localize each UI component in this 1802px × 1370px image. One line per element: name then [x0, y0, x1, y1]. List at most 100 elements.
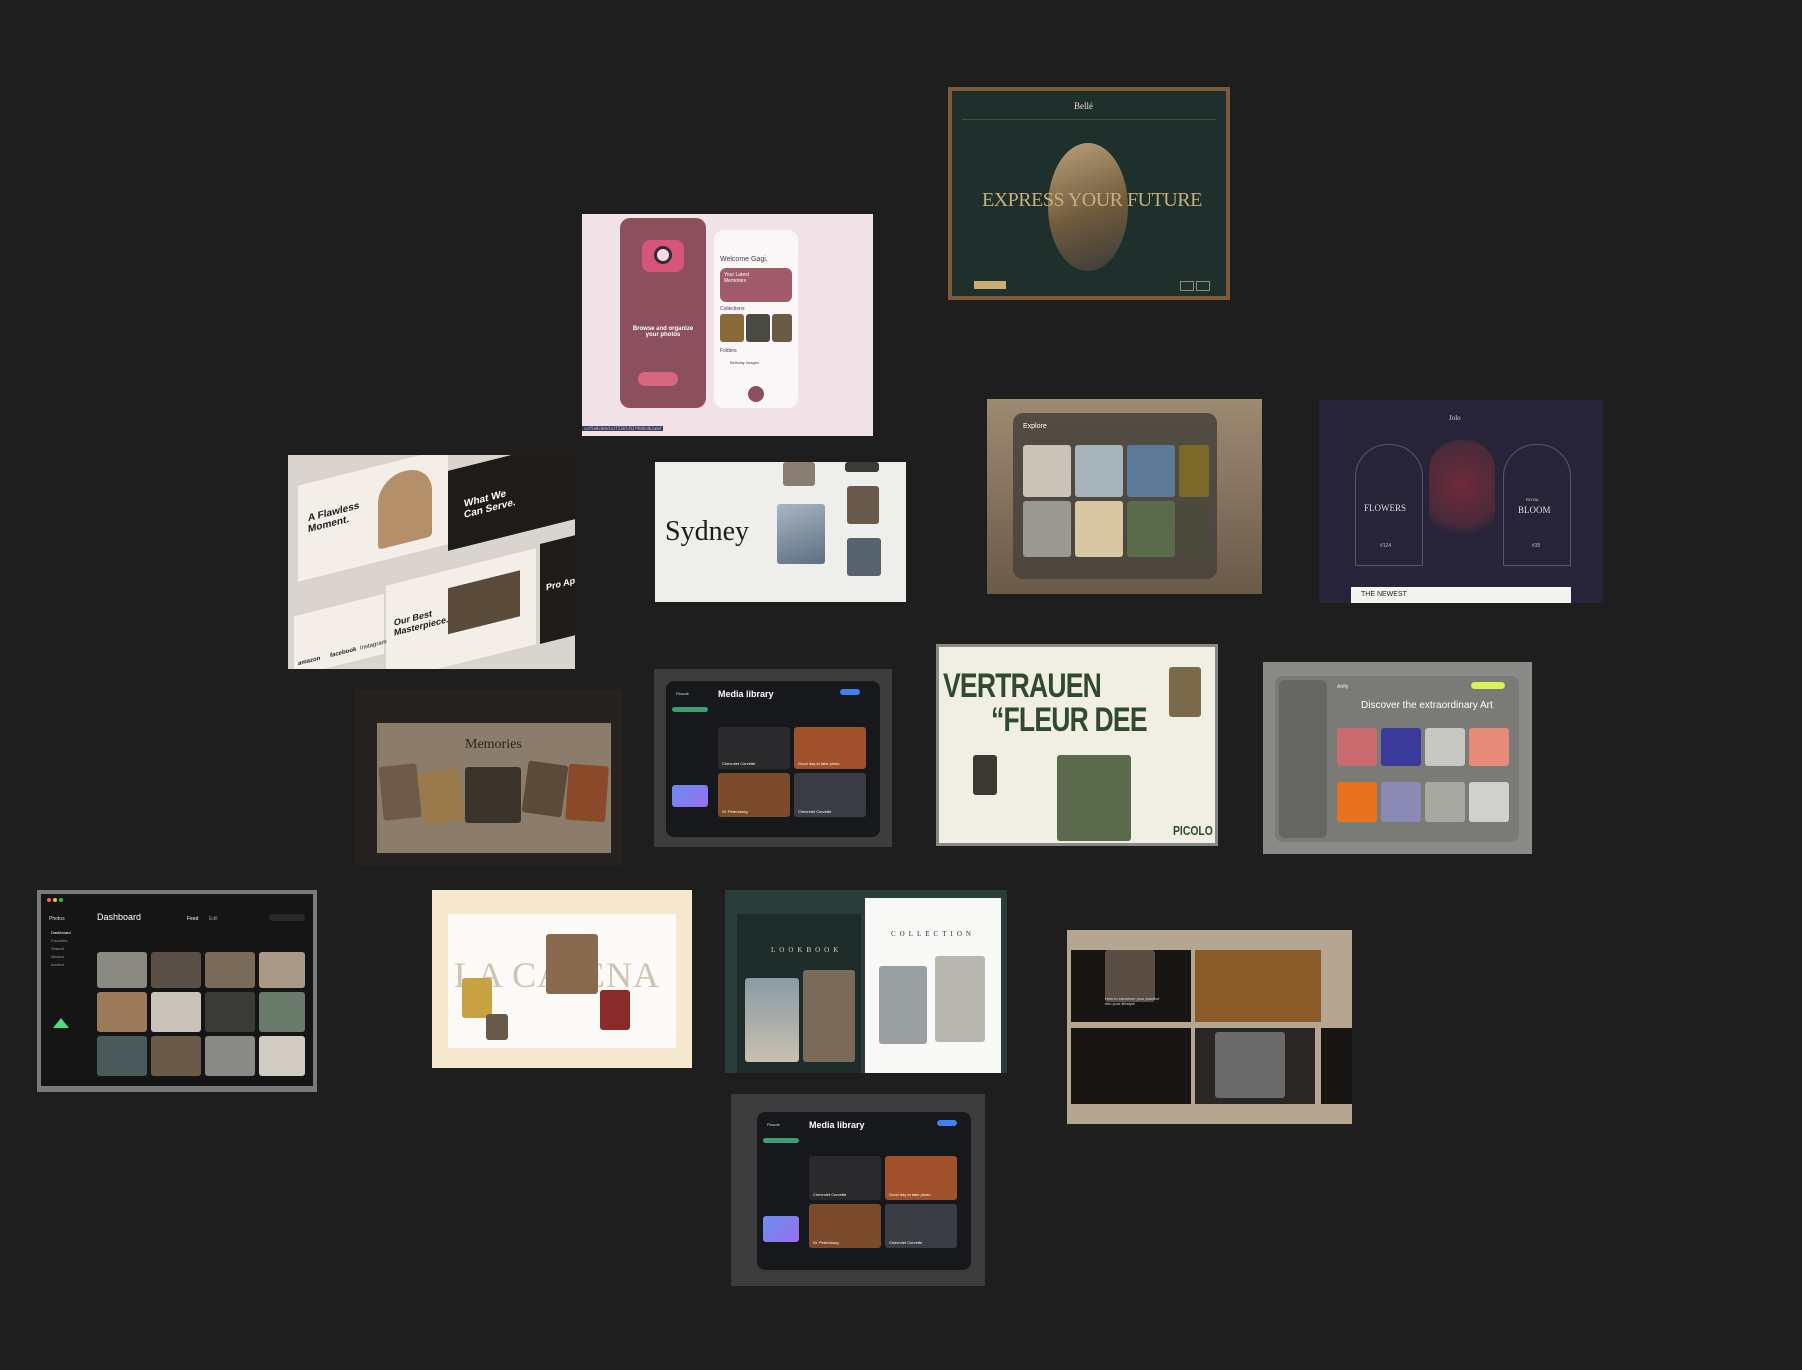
- art-tile[interactable]: [1337, 728, 1377, 766]
- memories-photo[interactable]: [465, 767, 521, 823]
- art-tile[interactable]: [1425, 728, 1465, 766]
- explore-photo[interactable]: [1127, 501, 1175, 557]
- vertrauen-photo-small: [1169, 667, 1201, 717]
- memories-photo[interactable]: [521, 760, 569, 818]
- lookbook-photo[interactable]: [803, 970, 855, 1062]
- explore-photo[interactable]: [1127, 445, 1175, 497]
- sidebar-item-archive[interactable]: Archive: [51, 962, 64, 967]
- home-bar-button[interactable]: [748, 386, 764, 402]
- art-cta-button[interactable]: [1471, 682, 1505, 689]
- collection-thumb[interactable]: [746, 314, 770, 342]
- dashboard-photo[interactable]: [151, 952, 201, 988]
- media2-card-label: Chevrolet Corvette: [813, 1192, 847, 1197]
- frame-photos-dashboard[interactable]: Photos Dashboard Favorites Shared Albums…: [37, 890, 317, 1092]
- frame-agency-landing[interactable]: A Flawless Moment. What We Can Serve. Ou…: [288, 455, 575, 669]
- media2-sidebar-active[interactable]: [763, 1138, 799, 1143]
- flowers-right-arch: ROYAL BLOOM #35: [1503, 444, 1571, 566]
- frame-wellness-site[interactable]: How to transform your practice into your…: [1067, 930, 1352, 1124]
- welcome-text: Welcome Gagi,: [720, 256, 768, 263]
- tab-feed[interactable]: Feed: [187, 916, 198, 922]
- sydney-window-photo: [847, 486, 879, 524]
- serve-title: What We Can Serve.: [464, 488, 516, 521]
- dashboard-photo[interactable]: [259, 952, 305, 988]
- belle-cta-button[interactable]: [974, 281, 1006, 289]
- belle-prev-arrow-icon[interactable]: [1180, 281, 1194, 291]
- media2-upload-button[interactable]: [937, 1120, 957, 1126]
- frame-vertrauen-editorial[interactable]: VERTRAUEN “FLEUR DEE PICOLO: [936, 644, 1218, 846]
- art-tile[interactable]: [1337, 782, 1377, 822]
- frame-photo-organizer-app[interactable]: Browse and organize your photos Welcome …: [582, 214, 873, 436]
- lookbook-photo[interactable]: [745, 978, 799, 1062]
- art-tile[interactable]: [1469, 728, 1509, 766]
- traffic-red[interactable]: [47, 898, 51, 902]
- dashboard-photo[interactable]: [259, 992, 305, 1032]
- frame-flowers-shop[interactable]: Jolo FLOWERS #124 ROYAL BLOOM #35 THE NE…: [1319, 400, 1603, 603]
- sydney-photo-top: [783, 462, 815, 486]
- frame-explore-gallery[interactable]: Explore: [987, 399, 1262, 594]
- dashboard-photo[interactable]: [259, 1036, 305, 1076]
- art-tile[interactable]: [1381, 728, 1421, 766]
- explore-photo-sunflower[interactable]: [1179, 445, 1209, 497]
- media-brand: Picsole: [676, 691, 689, 696]
- memories-photo[interactable]: [378, 763, 422, 821]
- latest-memories-card[interactable]: Your Latest Memories: [720, 268, 792, 302]
- frame-art-marketplace[interactable]: Artify Discover the extraordinary Art: [1263, 662, 1532, 854]
- belle-next-arrow-icon[interactable]: [1196, 281, 1210, 291]
- traffic-green[interactable]: [59, 898, 63, 902]
- explore-photo[interactable]: [1075, 445, 1123, 497]
- media-sidebar-active[interactable]: [672, 707, 708, 712]
- sidebar-item-albums[interactable]: Albums: [51, 954, 64, 959]
- media-upgrade-card[interactable]: [672, 785, 708, 807]
- dashboard-photo[interactable]: [205, 952, 255, 988]
- media2-upgrade-card[interactable]: [763, 1216, 799, 1242]
- collection-photo[interactable]: [879, 966, 927, 1044]
- sydney-photo-right: [847, 538, 881, 576]
- explore-photo[interactable]: [1023, 445, 1071, 497]
- frame-media-library-2[interactable]: Picsole Media library Chevrolet Corvette…: [731, 1094, 985, 1286]
- frame-la-catena[interactable]: LA CATENA: [432, 890, 692, 1068]
- sydney-title: Sydney: [665, 516, 749, 547]
- explore-photo[interactable]: [1075, 501, 1123, 557]
- brand-instagram: Instagram: [360, 639, 387, 652]
- frame-belle-fashion[interactable]: Bellé EXPRESS YOUR FUTURE: [948, 87, 1230, 300]
- design-canvas[interactable]: { "canvas": {"background": "#1e1e1e"}, "…: [0, 0, 1802, 1370]
- art-tile[interactable]: [1469, 782, 1509, 822]
- sidebar-item-shared[interactable]: Shared: [51, 946, 64, 951]
- art-tile[interactable]: [1425, 782, 1465, 822]
- frame-lookbook[interactable]: LOOKBOOK COLLECTION: [725, 890, 1007, 1073]
- collection-thumb[interactable]: [720, 314, 744, 342]
- media-upload-button[interactable]: [840, 689, 860, 695]
- belle-screen: Bellé EXPRESS YOUR FUTURE: [952, 91, 1226, 296]
- dashboard-photo[interactable]: [97, 992, 147, 1032]
- sidebar-item-favorites[interactable]: Favorites: [51, 938, 67, 943]
- media2-title: Media library: [809, 1120, 865, 1130]
- art-tile[interactable]: [1381, 782, 1421, 822]
- dashboard-photo[interactable]: [97, 952, 147, 988]
- dashboard-search-input[interactable]: [269, 914, 305, 921]
- dashboard-photo[interactable]: [205, 1036, 255, 1076]
- memories-photo[interactable]: [416, 767, 466, 827]
- flowers-newest: THE NEWEST: [1361, 591, 1407, 598]
- birthday-folder[interactable]: Birthday Images: [730, 360, 759, 365]
- sidebar-item-dashboard[interactable]: Dashboard: [51, 930, 71, 935]
- frame-memories[interactable]: Memories: [355, 689, 623, 865]
- dashboard-photo[interactable]: [205, 992, 255, 1032]
- media2-card-label: St. Petersburg: [813, 1240, 839, 1245]
- dashboard-photo[interactable]: [151, 1036, 201, 1076]
- explore-photo[interactable]: [1179, 501, 1209, 557]
- frame-sydney-portfolio[interactable]: Sydney: [655, 462, 906, 602]
- collection-photo[interactable]: [935, 956, 985, 1042]
- collection-thumb[interactable]: [772, 314, 792, 342]
- explore-photo[interactable]: [1023, 501, 1071, 557]
- flawless-title: A Flawless Moment.: [308, 500, 360, 536]
- traffic-yellow[interactable]: [53, 898, 57, 902]
- tab-edit[interactable]: Edit: [209, 916, 218, 922]
- latest-memories-label: Your Latest Memories: [724, 272, 750, 284]
- media2-brand: Picsole: [767, 1122, 780, 1127]
- dashboard-photo[interactable]: [97, 1036, 147, 1076]
- frame-media-library[interactable]: Picsole Media library Chevrolet Corvette…: [654, 669, 892, 847]
- media-card-label: Chevrolet Corvette: [798, 809, 832, 814]
- get-started-button[interactable]: [638, 372, 678, 386]
- dashboard-photo[interactable]: [151, 992, 201, 1032]
- memories-photo[interactable]: [565, 763, 609, 823]
